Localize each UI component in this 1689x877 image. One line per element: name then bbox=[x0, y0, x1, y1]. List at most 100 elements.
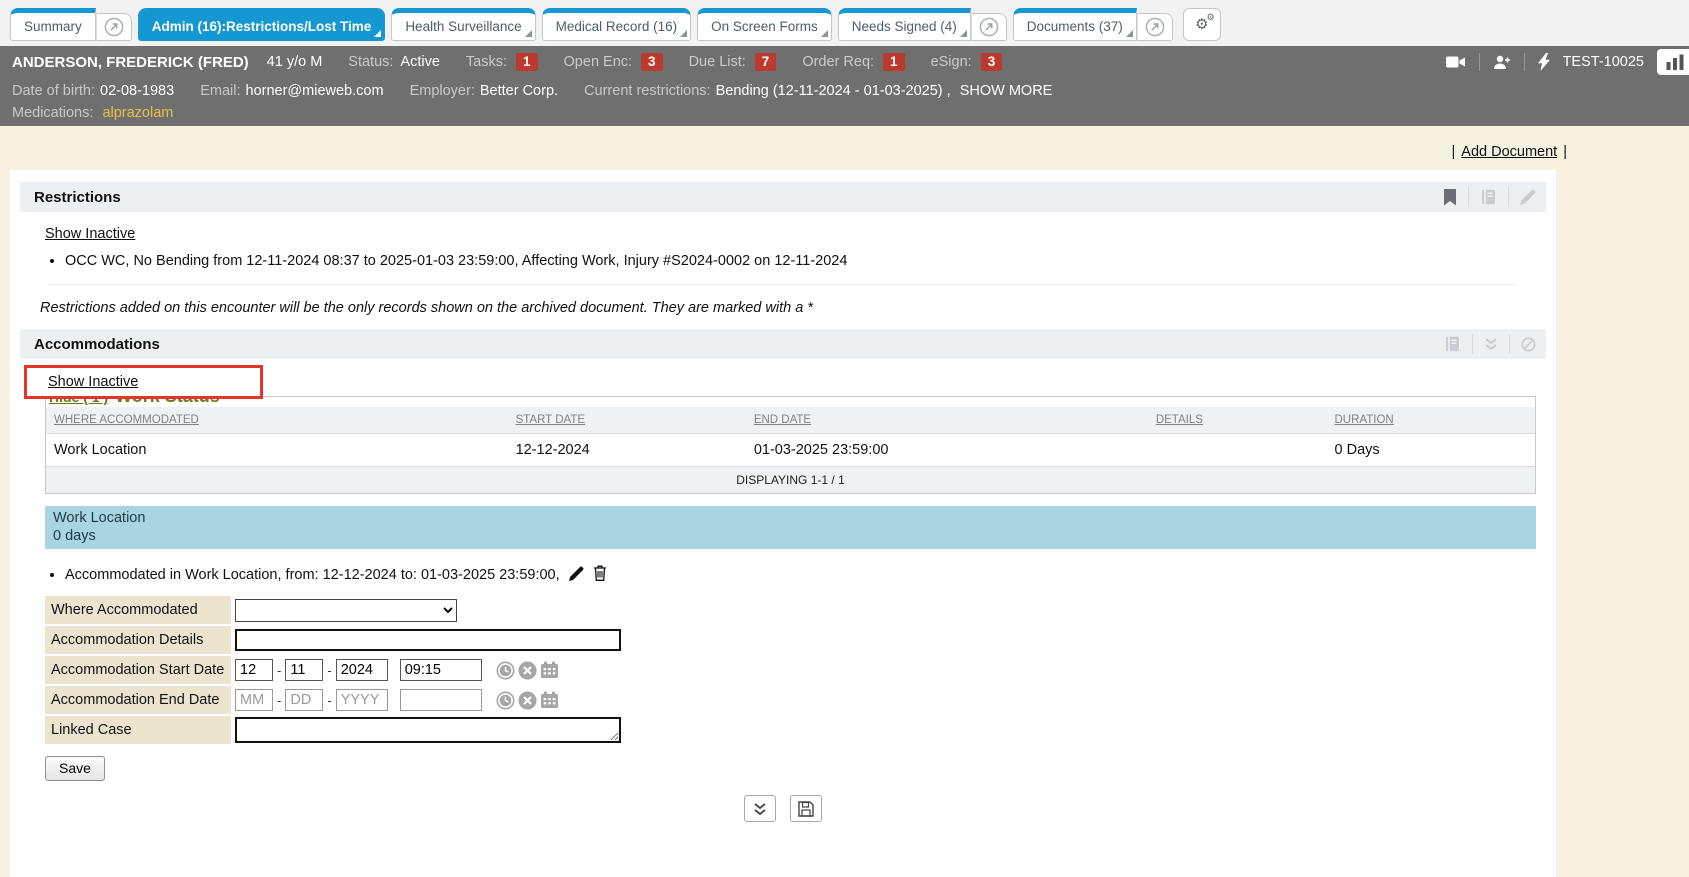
date-separator: - bbox=[277, 693, 281, 708]
accommodation-entry: Accommodated in Work Location, from: 12-… bbox=[65, 565, 1546, 583]
open-enc-count-badge[interactable]: 3 bbox=[641, 53, 663, 71]
start-year-input[interactable] bbox=[336, 659, 388, 681]
info-row-2: Medications: alprazolam bbox=[12, 102, 1677, 124]
lightning-bolt-icon[interactable] bbox=[1538, 53, 1550, 71]
tab-admin-restrictions[interactable]: Admin (16):Restrictions/Lost Time bbox=[138, 8, 386, 41]
bookmark-icon[interactable] bbox=[1443, 189, 1457, 206]
book-icon[interactable] bbox=[1480, 189, 1497, 205]
tab-on-screen-forms[interactable]: On Screen Forms bbox=[697, 8, 832, 41]
restrictions-show-inactive-link[interactable]: Show Inactive bbox=[45, 226, 135, 242]
save-button[interactable]: Save bbox=[45, 756, 105, 781]
tab-group-summary: Summary bbox=[10, 8, 132, 41]
accommodations-section-header: Accommodations bbox=[20, 329, 1546, 359]
tab-documents-external-button[interactable] bbox=[1137, 13, 1173, 41]
clear-x-icon[interactable] bbox=[518, 661, 537, 680]
cell-duration: 0 Days bbox=[1327, 434, 1536, 467]
video-camera-icon[interactable] bbox=[1446, 55, 1466, 69]
restrictions-note: Restrictions added on this encounter wil… bbox=[40, 300, 1546, 316]
calendar-icon[interactable] bbox=[540, 691, 559, 709]
col-where-accommodated[interactable]: WHERE ACCOMMODATED bbox=[46, 407, 508, 434]
end-year-input[interactable] bbox=[336, 689, 388, 711]
calendar-icon[interactable] bbox=[540, 661, 559, 679]
form-row-start-date: Accommodation Start Date - - bbox=[45, 656, 1546, 684]
cell-start: 12-12-2024 bbox=[508, 434, 746, 467]
form-row-where: Where Accommodated bbox=[45, 596, 1546, 624]
tab-group-needs-signed: Needs Signed (4) bbox=[838, 8, 1007, 41]
clock-icon[interactable] bbox=[496, 661, 515, 680]
add-document-link[interactable]: Add Document bbox=[1461, 144, 1557, 160]
start-month-input[interactable] bbox=[235, 659, 273, 681]
medications-label: Medications: bbox=[12, 105, 93, 121]
separator: | bbox=[1563, 144, 1567, 160]
col-end-date[interactable]: END DATE bbox=[746, 407, 1148, 434]
dob-value: 02-08-1983 bbox=[100, 83, 174, 99]
divider bbox=[1472, 334, 1473, 354]
separator: | bbox=[1452, 144, 1456, 160]
email-label: Email: bbox=[200, 83, 240, 99]
where-accommodated-label: Where Accommodated bbox=[45, 596, 231, 624]
esign-count-badge[interactable]: 3 bbox=[981, 53, 1003, 71]
tasks-label: Tasks: bbox=[466, 54, 507, 70]
accommodations-show-inactive-link[interactable]: Show Inactive bbox=[48, 374, 138, 390]
tab-needs-signed-external-button[interactable] bbox=[971, 13, 1007, 41]
col-duration[interactable]: DURATION bbox=[1327, 407, 1536, 434]
end-time-input[interactable] bbox=[400, 689, 482, 711]
annotation-highlight-box: Show Inactive bbox=[24, 365, 263, 399]
order-req-count-badge[interactable]: 1 bbox=[883, 53, 905, 71]
tasks-count-badge[interactable]: 1 bbox=[516, 53, 538, 71]
accommodation-summary-bar: Work Location 0 days bbox=[45, 506, 1536, 549]
where-accommodated-select[interactable] bbox=[235, 599, 457, 622]
date-separator: - bbox=[327, 663, 331, 678]
chevron-double-down-icon[interactable] bbox=[1484, 337, 1498, 351]
cell-details bbox=[1148, 434, 1327, 467]
col-start-date[interactable]: START DATE bbox=[508, 407, 746, 434]
end-day-input[interactable] bbox=[285, 689, 323, 711]
date-separator: - bbox=[327, 693, 331, 708]
info-row-1: Date of birth:02-08-1983 Email:horner@mi… bbox=[12, 80, 1677, 102]
trash-icon[interactable] bbox=[593, 565, 607, 581]
save-all-button[interactable] bbox=[790, 795, 822, 822]
pencil-icon[interactable] bbox=[1520, 189, 1536, 205]
end-month-input[interactable] bbox=[235, 689, 273, 711]
tab-medical-record[interactable]: Medical Record (16) bbox=[542, 8, 692, 41]
external-link-icon bbox=[1145, 17, 1165, 37]
restrictions-section-header: Restrictions bbox=[20, 182, 1546, 212]
slash-circle-icon[interactable] bbox=[1521, 337, 1536, 352]
document-toolbar: | Add Document | bbox=[1452, 144, 1567, 160]
edit-pencil-icon[interactable] bbox=[569, 566, 584, 581]
due-list-count-badge[interactable]: 7 bbox=[755, 53, 777, 71]
gears-icon bbox=[1195, 17, 1208, 32]
show-more-link[interactable]: SHOW MORE bbox=[960, 83, 1053, 99]
start-day-input[interactable] bbox=[285, 659, 323, 681]
accommodation-details-input[interactable] bbox=[235, 629, 621, 651]
growth-chart-button[interactable] bbox=[1657, 49, 1689, 75]
clear-x-icon[interactable] bbox=[518, 691, 537, 710]
employer-value: Better Corp. bbox=[480, 83, 558, 99]
tab-summary[interactable]: Summary bbox=[10, 8, 96, 41]
tab-documents[interactable]: Documents (37) bbox=[1013, 8, 1137, 41]
settings-button[interactable] bbox=[1183, 8, 1221, 41]
tab-summary-external-button[interactable] bbox=[96, 13, 132, 41]
esign-label: eSign: bbox=[931, 54, 972, 70]
tab-health-surveillance[interactable]: Health Surveillance bbox=[391, 8, 535, 41]
restrictions-list: OCC WC, No Bending from 12-11-2024 08:37… bbox=[48, 253, 1516, 285]
restrictions-title: Restrictions bbox=[34, 189, 121, 206]
tab-bar: Summary Admin (16):Restrictions/Lost Tim… bbox=[0, 0, 1689, 46]
start-time-input[interactable] bbox=[400, 659, 482, 681]
tab-needs-signed[interactable]: Needs Signed (4) bbox=[838, 8, 971, 41]
bar-chart-icon bbox=[1665, 54, 1685, 70]
book-icon[interactable] bbox=[1444, 336, 1461, 352]
medications-link[interactable]: alprazolam bbox=[102, 105, 173, 121]
summary-line-2: 0 days bbox=[53, 527, 1536, 545]
linked-case-input[interactable] bbox=[235, 717, 621, 743]
dob-label: Date of birth: bbox=[12, 83, 95, 99]
add-user-icon[interactable] bbox=[1493, 55, 1511, 70]
col-details[interactable]: DETAILS bbox=[1148, 407, 1327, 434]
expand-all-button[interactable] bbox=[744, 795, 776, 822]
form-row-linked-case: Linked Case bbox=[45, 716, 1546, 744]
accommodation-form: Where Accommodated Accommodation Details… bbox=[45, 596, 1546, 744]
start-date-label: Accommodation Start Date bbox=[45, 656, 231, 684]
divider bbox=[1509, 334, 1510, 354]
paging-status: DISPLAYING 1-1 / 1 bbox=[46, 467, 1535, 494]
clock-icon[interactable] bbox=[496, 691, 515, 710]
